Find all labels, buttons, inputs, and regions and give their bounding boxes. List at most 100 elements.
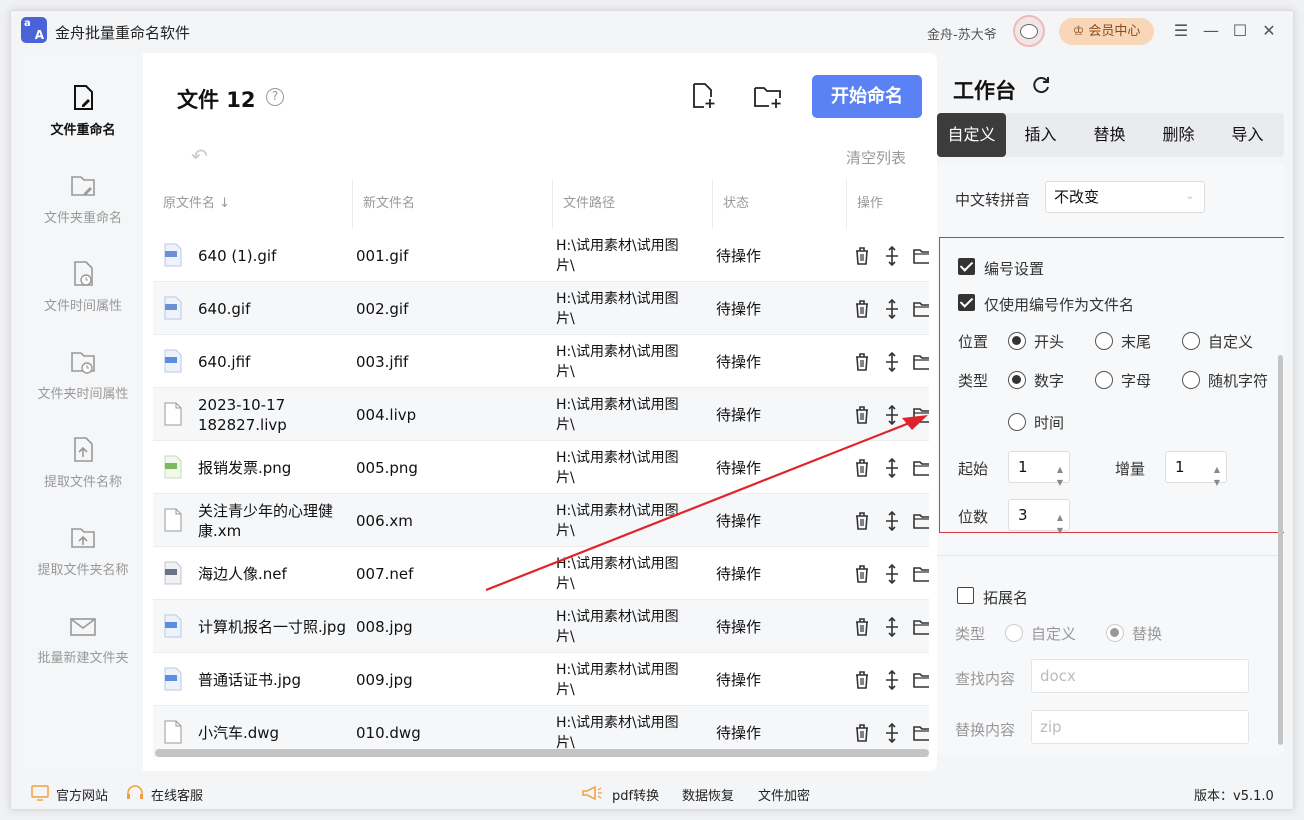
new-name: 001.gif — [356, 246, 409, 265]
move-icon[interactable] — [883, 564, 901, 584]
tab-import[interactable]: 导入 — [1213, 113, 1282, 157]
file-encrypt-link[interactable]: 文件加密 — [758, 785, 810, 804]
extension-radio-custom[interactable] — [1005, 624, 1023, 642]
minimize-icon[interactable]: — — [1201, 21, 1221, 41]
settings-scrollbar[interactable] — [1278, 355, 1283, 745]
tab-replace[interactable]: 替换 — [1075, 113, 1144, 157]
nav-item-file-time[interactable]: 文件时间属性 — [23, 259, 143, 329]
clear-list-button[interactable]: 清空列表 — [846, 147, 906, 168]
official-website-link[interactable]: 官方网站 — [56, 785, 108, 804]
horizontal-scrollbar[interactable] — [155, 749, 929, 757]
pinyin-select[interactable]: 不改变 ⌄ — [1045, 181, 1205, 213]
move-icon[interactable] — [883, 352, 901, 372]
move-icon[interactable] — [883, 246, 901, 266]
trash-icon[interactable] — [853, 352, 871, 372]
start-stepper[interactable]: 1 ▲ ▼ — [1008, 451, 1070, 487]
find-input[interactable]: docx — [1031, 659, 1249, 693]
nav-item-extract-folder[interactable]: 提取文件夹名称 — [23, 523, 143, 593]
numbering-checkbox[interactable] — [958, 258, 975, 275]
type-label: 类型 — [958, 372, 989, 390]
folder-edit-icon — [71, 176, 95, 196]
move-icon[interactable] — [883, 670, 901, 690]
move-icon[interactable] — [883, 723, 901, 743]
table-row[interactable]: 640.gif 002.gif H:\试用素材\试用图片\ 待操作 — [153, 282, 929, 335]
stepper-down-icon[interactable]: ▼ — [1214, 468, 1220, 498]
move-icon[interactable] — [883, 617, 901, 637]
type-radio-random[interactable] — [1182, 371, 1200, 389]
table-row[interactable]: 640.jfif 003.jfif H:\试用素材\试用图片\ 待操作 — [153, 335, 929, 388]
stepper-down-icon[interactable]: ▼ — [1057, 468, 1063, 498]
extension-checkbox[interactable] — [957, 587, 974, 604]
tab-custom[interactable]: 自定义 — [937, 113, 1006, 157]
vip-center-button[interactable]: ♔ 会员中心 — [1059, 18, 1154, 45]
move-icon[interactable] — [883, 511, 901, 531]
trash-icon[interactable] — [853, 458, 871, 478]
trash-icon[interactable] — [853, 511, 871, 531]
only-number-checkbox[interactable] — [958, 294, 975, 311]
trash-icon[interactable] — [853, 723, 871, 743]
position-radio-end[interactable] — [1095, 332, 1113, 350]
nav-item-folder-rename[interactable]: 文件夹重命名 — [23, 171, 143, 241]
jpg-file-icon — [164, 349, 182, 373]
trash-icon[interactable] — [853, 670, 871, 690]
add-file-icon[interactable] — [691, 82, 717, 110]
avatar[interactable] — [1013, 15, 1045, 47]
extension-option-custom: 自定义 — [1031, 625, 1077, 643]
table-row[interactable]: 普通话证书.jpg 009.jpg H:\试用素材\试用图片\ 待操作 — [153, 653, 929, 706]
help-icon[interactable]: ? — [266, 88, 284, 106]
refresh-icon[interactable] — [1031, 75, 1051, 95]
username[interactable]: 金舟-苏大爷 — [927, 24, 997, 43]
table-row[interactable]: 2023-10-17 182827.livp 004.livp H:\试用素材\试用… — [153, 388, 929, 441]
open-folder-icon[interactable] — [913, 299, 929, 319]
nav-item-extract-file[interactable]: 提取文件名称 — [23, 435, 143, 505]
trash-icon[interactable] — [853, 617, 871, 637]
maximize-icon[interactable]: ☐ — [1230, 21, 1250, 41]
move-icon[interactable] — [883, 299, 901, 319]
start-rename-button[interactable]: 开始命名 — [812, 75, 922, 118]
nav-item-folder-time[interactable]: 文件夹时间属性 — [23, 347, 143, 417]
open-folder-icon[interactable] — [913, 564, 929, 584]
table-row[interactable]: 关注青少年的心理健康.xm 006.xm H:\试用素材\试用图片\ 待操作 — [153, 494, 929, 547]
open-folder-icon[interactable] — [913, 511, 929, 531]
trash-icon[interactable] — [853, 299, 871, 319]
type-radio-letter[interactable] — [1095, 371, 1113, 389]
extension-radio-replace[interactable] — [1106, 624, 1124, 642]
add-folder-icon[interactable] — [753, 84, 783, 110]
nav-item-file-rename[interactable]: 文件重命名 — [23, 83, 143, 153]
trash-icon[interactable] — [853, 405, 871, 425]
open-folder-icon[interactable] — [913, 405, 929, 425]
close-icon[interactable]: ✕ — [1259, 21, 1279, 41]
move-icon[interactable] — [883, 458, 901, 478]
menu-icon[interactable]: ☰ — [1171, 21, 1191, 41]
type-radio-time[interactable] — [1008, 413, 1026, 431]
digits-stepper[interactable]: 3 ▲ ▼ — [1008, 499, 1070, 535]
increment-stepper[interactable]: 1 ▲ ▼ — [1165, 451, 1227, 487]
undo-icon[interactable]: ↶ — [191, 144, 215, 168]
table-row[interactable]: 报销发票.png 005.png H:\试用素材\试用图片\ 待操作 — [153, 441, 929, 494]
tab-delete[interactable]: 删除 — [1144, 113, 1213, 157]
trash-icon[interactable] — [853, 564, 871, 584]
open-folder-icon[interactable] — [913, 352, 929, 372]
open-folder-icon[interactable] — [913, 670, 929, 690]
pdf-convert-link[interactable]: pdf转换 — [612, 785, 659, 804]
open-folder-icon[interactable] — [913, 723, 929, 743]
folder-clock-icon — [71, 352, 95, 374]
table-row[interactable]: 计算机报名一寸照.jpg 008.jpg H:\试用素材\试用图片\ 待操作 — [153, 600, 929, 653]
online-support-link[interactable]: 在线客服 — [151, 785, 203, 804]
stepper-down-icon[interactable]: ▼ — [1057, 516, 1063, 546]
type-radio-number[interactable] — [1008, 371, 1026, 389]
open-folder-icon[interactable] — [913, 458, 929, 478]
data-recovery-link[interactable]: 数据恢复 — [682, 785, 734, 804]
table-row[interactable]: 640 (1).gif 001.gif H:\试用素材\试用图片\ 待操作 — [153, 229, 929, 282]
tab-insert[interactable]: 插入 — [1006, 113, 1075, 157]
position-radio-custom[interactable] — [1182, 332, 1200, 350]
col-original-name[interactable]: 原文件名 ↓ — [153, 179, 353, 229]
open-folder-icon[interactable] — [913, 246, 929, 266]
open-folder-icon[interactable] — [913, 617, 929, 637]
move-icon[interactable] — [883, 405, 901, 425]
trash-icon[interactable] — [853, 246, 871, 266]
nav-item-batch-folder[interactable]: 批量新建文件夹 — [23, 611, 143, 681]
table-row[interactable]: 海边人像.nef 007.nef H:\试用素材\试用图片\ 待操作 — [153, 547, 929, 600]
replace-input[interactable]: zip — [1031, 710, 1249, 744]
position-radio-start[interactable] — [1008, 332, 1026, 350]
